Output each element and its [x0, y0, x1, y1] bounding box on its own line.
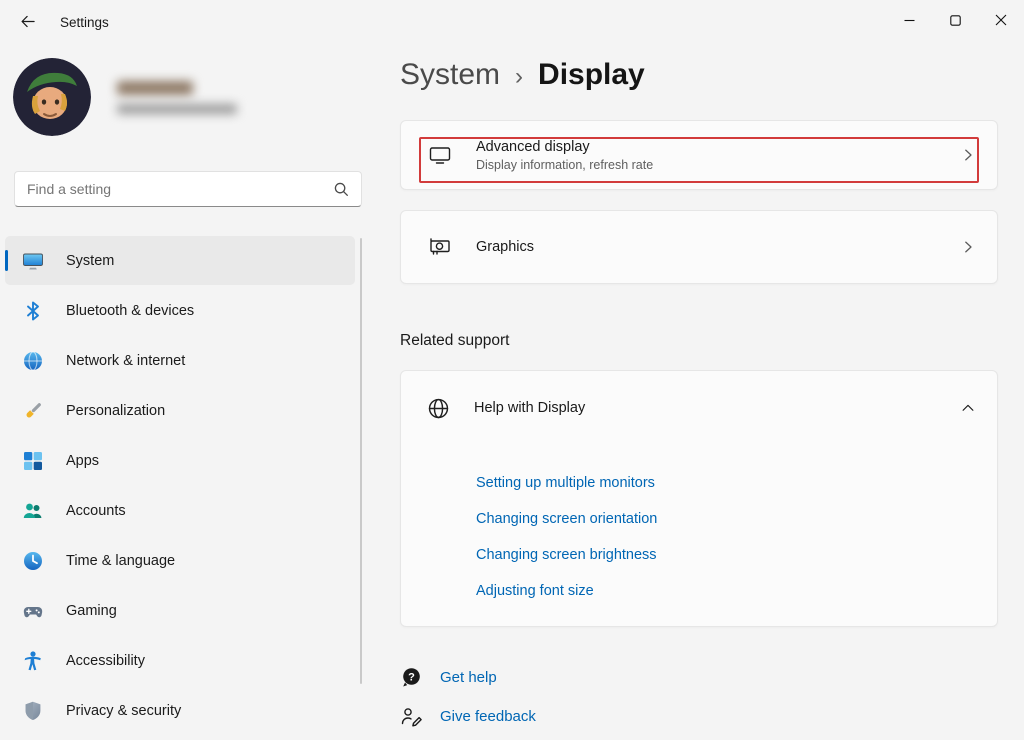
sidebar-item-time-language[interactable]: Time & language — [5, 536, 355, 585]
row-title: Graphics — [476, 239, 959, 255]
breadcrumb-parent[interactable]: System — [400, 58, 500, 92]
help-link-screen-brightness[interactable]: Changing screen brightness — [476, 545, 997, 565]
accessibility-person-icon — [22, 650, 44, 672]
help-card-title-wrap: Help with Display — [474, 400, 959, 416]
window-controls — [886, 0, 1024, 40]
gamepad-icon — [22, 600, 44, 622]
sidebar-item-label: Gaming — [66, 603, 117, 619]
breadcrumb-separator-icon: › — [515, 63, 523, 91]
sidebar-scrollbar[interactable] — [360, 238, 362, 684]
sidebar-nav: System Bluetooth & devices Network & int… — [5, 236, 355, 736]
chevron-up-icon — [959, 399, 977, 417]
sidebar-item-label: Personalization — [66, 403, 165, 419]
related-support-heading: Related support — [400, 332, 509, 350]
search-icon — [334, 182, 349, 197]
help-globe-icon — [426, 396, 450, 420]
sidebar-item-gaming[interactable]: Gaming — [5, 586, 355, 635]
window-title: Settings — [60, 15, 109, 30]
advanced-display-text: Advanced display Display information, re… — [476, 139, 959, 172]
accounts-people-icon — [22, 500, 44, 522]
search-input[interactable] — [27, 181, 334, 197]
sidebar-item-system[interactable]: System — [5, 236, 355, 285]
close-button[interactable] — [978, 0, 1024, 40]
svg-text:?: ? — [408, 671, 415, 683]
sidebar-item-apps[interactable]: Apps — [5, 436, 355, 485]
personalization-brush-icon — [22, 400, 44, 422]
give-feedback-link[interactable]: Give feedback — [400, 705, 536, 728]
give-feedback-icon — [400, 705, 423, 728]
sidebar-item-label: Bluetooth & devices — [66, 303, 194, 319]
row-subtitle: Display information, refresh rate — [476, 158, 959, 172]
user-name-blurred — [117, 81, 193, 95]
graphics-gpu-icon — [428, 235, 452, 259]
avatar — [13, 58, 91, 136]
get-help-link[interactable]: ? Get help — [400, 666, 536, 689]
help-card-title: Help with Display — [474, 400, 959, 416]
help-card-header[interactable]: Help with Display — [401, 371, 997, 445]
sidebar-item-personalization[interactable]: Personalization — [5, 386, 355, 435]
get-help-label: Get help — [440, 669, 497, 686]
breadcrumb: System › Display — [400, 58, 645, 92]
sidebar: System Bluetooth & devices Network & int… — [0, 44, 375, 740]
search-box[interactable] — [14, 171, 362, 207]
help-link-multiple-monitors[interactable]: Setting up multiple monitors — [476, 473, 997, 493]
sidebar-item-bluetooth-devices[interactable]: Bluetooth & devices — [5, 286, 355, 335]
sidebar-item-label: Network & internet — [66, 353, 185, 369]
bluetooth-icon — [22, 300, 44, 322]
help-link-screen-orientation[interactable]: Changing screen orientation — [476, 509, 997, 529]
maximize-button[interactable] — [932, 0, 978, 40]
advanced-display-row[interactable]: Advanced display Display information, re… — [400, 120, 998, 190]
sidebar-item-label: Accessibility — [66, 653, 145, 669]
sidebar-item-network-internet[interactable]: Network & internet — [5, 336, 355, 385]
user-profile[interactable] — [13, 58, 237, 136]
minimize-button[interactable] — [886, 0, 932, 40]
sidebar-item-label: Time & language — [66, 553, 175, 569]
page-title: Display — [538, 58, 645, 92]
network-globe-icon — [22, 350, 44, 372]
sidebar-item-privacy-security[interactable]: Privacy & security — [5, 686, 355, 735]
sidebar-item-label: Accounts — [66, 503, 126, 519]
graphics-row[interactable]: Graphics — [400, 210, 998, 284]
back-button[interactable] — [8, 4, 46, 38]
shield-icon — [22, 700, 44, 722]
help-with-display-card: Help with Display Setting up multiple mo… — [400, 370, 998, 627]
row-title: Advanced display — [476, 139, 959, 155]
back-arrow-icon — [19, 13, 36, 30]
graphics-text: Graphics — [476, 239, 959, 255]
help-links-list: Setting up multiple monitors Changing sc… — [401, 445, 997, 601]
sidebar-item-label: Privacy & security — [66, 703, 181, 719]
profile-text — [117, 81, 237, 114]
sidebar-item-accounts[interactable]: Accounts — [5, 486, 355, 535]
footer-links: ? Get help Give feedback — [400, 666, 536, 740]
user-email-blurred — [117, 104, 237, 114]
sidebar-item-label: Apps — [66, 453, 99, 469]
get-help-icon: ? — [400, 666, 423, 689]
titlebar: Settings — [0, 0, 1024, 44]
advanced-display-monitor-icon — [428, 143, 452, 167]
chevron-right-icon — [959, 238, 977, 256]
system-monitor-icon — [22, 250, 44, 272]
main-content: System › Display Advanced display Displa… — [400, 44, 998, 740]
give-feedback-label: Give feedback — [440, 708, 536, 725]
help-link-font-size[interactable]: Adjusting font size — [476, 581, 997, 601]
apps-grid-icon — [22, 450, 44, 472]
sidebar-item-label: System — [66, 253, 114, 269]
clock-icon — [22, 550, 44, 572]
sidebar-item-accessibility[interactable]: Accessibility — [5, 636, 355, 685]
chevron-right-icon — [959, 146, 977, 164]
